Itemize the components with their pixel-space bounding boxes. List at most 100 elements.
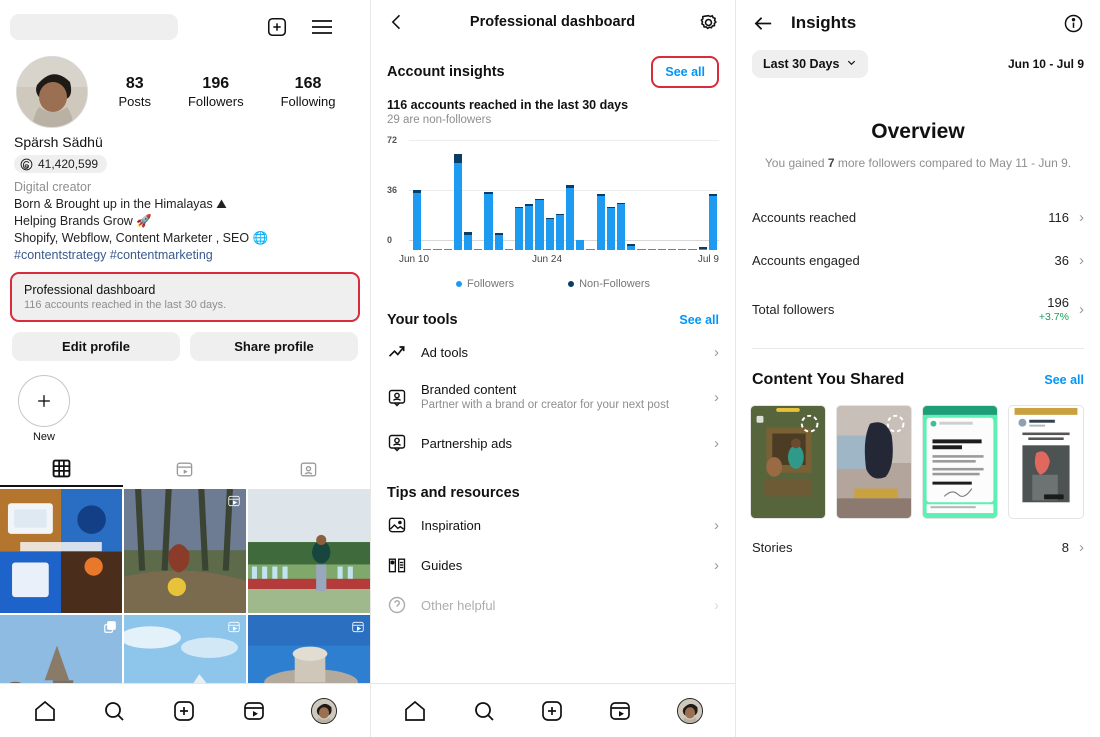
chevron-down-icon: [846, 57, 857, 71]
chart-bar: [433, 248, 442, 250]
grid-cell[interactable]: [0, 488, 122, 613]
account-insights-see-all-button[interactable]: See all: [651, 56, 719, 88]
guides-book-icon: [387, 555, 407, 575]
chart-bars: [413, 150, 718, 250]
tip-row-inspiration[interactable]: Inspiration ›: [371, 501, 735, 545]
profile-avatar[interactable]: [676, 697, 703, 724]
your-tools-see-all-button[interactable]: See all: [679, 313, 719, 327]
y-tick-72: 72: [387, 135, 398, 145]
new-highlight-button[interactable]: [18, 374, 70, 427]
reels-icon[interactable]: [608, 699, 632, 723]
reels-icon: [177, 462, 193, 477]
threads-badge[interactable]: 41,420,599: [14, 155, 108, 173]
content-thumbnails: [736, 389, 1100, 519]
profile-top-bar: [0, 0, 370, 44]
creator-category: Digital creator: [14, 179, 92, 194]
search-input[interactable]: [10, 14, 178, 40]
profile-tabs: [0, 453, 370, 487]
tool-row-ad-tools[interactable]: Ad tools ›: [371, 328, 735, 372]
search-icon[interactable]: [472, 699, 496, 723]
chart-bar: [586, 248, 595, 250]
bar-segment-followers: [555, 215, 565, 250]
chevron-right-icon: ›: [1079, 252, 1084, 269]
legend-dot-non-followers: [568, 281, 575, 287]
edit-profile-button[interactable]: Edit profile: [12, 331, 180, 361]
profile-avatar[interactable]: [311, 697, 338, 724]
create-icon[interactable]: [172, 699, 196, 723]
chart-bar: [637, 248, 646, 250]
chart-bar: [596, 194, 605, 250]
three-phone-screenshots: 83 Posts 196 Followers 168 Following Spä…: [0, 0, 1100, 737]
insights-row-accounts-reached[interactable]: Accounts reached 116 ›: [736, 196, 1100, 239]
tool-title: Partnership ads: [421, 435, 513, 451]
chart-bar: [647, 248, 656, 250]
chart-bar: [606, 206, 616, 250]
bar-segment-followers: [576, 240, 585, 250]
time-period-dropdown[interactable]: Last 30 Days: [752, 50, 869, 78]
chart-bar: [504, 248, 514, 250]
tip-row-guides[interactable]: Guides ›: [371, 545, 735, 585]
chevron-left-icon[interactable]: [387, 12, 407, 32]
insights-row-accounts-engaged[interactable]: Accounts engaged 36 ›: [736, 239, 1100, 282]
chevron-right-icon: ›: [1079, 300, 1084, 318]
bar-segment-followers: [657, 248, 667, 250]
tool-subtitle: Partner with a brand or creator for your…: [421, 399, 670, 411]
avatar[interactable]: [16, 56, 88, 128]
tip-title: Other helpful: [421, 597, 496, 613]
home-icon[interactable]: [33, 699, 57, 723]
chart-bar: [453, 154, 463, 250]
content-thumbnail[interactable]: [836, 405, 912, 519]
stat-followers[interactable]: 196 Followers: [188, 74, 244, 111]
tab-grid[interactable]: [0, 453, 124, 487]
tab-tagged[interactable]: [247, 453, 370, 487]
tool-row-branded-content[interactable]: Branded content Partner with a brand or …: [371, 372, 735, 423]
professional-dashboard-subtitle: 116 accounts reached in the last 30 days…: [24, 298, 227, 311]
tool-title: Branded content: [421, 382, 517, 397]
bar-segment-followers: [474, 248, 483, 250]
bio-hashtags[interactable]: #contentstrategy #contentmarketing: [14, 247, 356, 264]
reels-icon[interactable]: [242, 699, 266, 723]
content-shared-see-all-button[interactable]: See all: [1044, 373, 1084, 387]
insights-row-stories[interactable]: Stories 8 ›: [736, 519, 1100, 556]
partnership-ads-icon: [387, 433, 407, 453]
chart-bar: [555, 213, 565, 250]
non-followers-subline: 29 are non-followers: [387, 114, 492, 126]
grid-cell[interactable]: [248, 488, 370, 613]
trending-up-arrow-icon: [387, 342, 407, 362]
x-tick-label: Jun 24: [532, 254, 563, 265]
metric-delta: +3.7%: [1038, 311, 1069, 323]
chart-bar: [413, 190, 422, 250]
tips-resources-header: Tips and resources: [371, 463, 735, 501]
search-icon[interactable]: [102, 699, 126, 723]
grid-icon: [52, 459, 71, 478]
share-profile-button[interactable]: Share profile: [190, 331, 358, 361]
professional-dashboard-screen: Professional dashboard Account insights …: [370, 0, 735, 737]
stat-following[interactable]: 168 Following: [281, 74, 336, 111]
content-thumbnail[interactable]: [750, 405, 826, 519]
info-circle-icon[interactable]: [1063, 13, 1084, 34]
chart-bar: [617, 202, 626, 250]
gear-icon[interactable]: [698, 12, 719, 33]
insights-metric-list: Accounts reached 116 › Accounts engaged …: [736, 196, 1100, 336]
chart-legend: Followers Non-Followers: [371, 278, 735, 290]
tip-row-other-helpful-cutoff[interactable]: Other helpful ›: [371, 585, 735, 625]
your-tools-title: Your tools: [387, 312, 458, 328]
chart-bar: [525, 204, 534, 250]
insights-row-total-followers[interactable]: Total followers 196 +3.7% ›: [736, 282, 1100, 336]
content-thumbnail[interactable]: [1008, 405, 1084, 519]
content-thumbnail[interactable]: [922, 405, 998, 519]
stat-posts[interactable]: 83 Posts: [118, 74, 151, 111]
bar-segment-followers: [606, 208, 616, 250]
plus-square-icon[interactable]: [266, 16, 288, 38]
grid-cell[interactable]: [124, 488, 246, 613]
tool-row-partnership-ads[interactable]: Partnership ads ›: [371, 423, 735, 463]
bar-segment-followers: [484, 194, 493, 250]
hamburger-menu-icon[interactable]: [310, 17, 334, 37]
create-icon[interactable]: [540, 699, 564, 723]
bio-line-2: Helping Brands Grow 🚀: [14, 213, 152, 228]
tab-reels[interactable]: [123, 453, 246, 487]
home-icon[interactable]: [403, 699, 427, 723]
arrow-left-icon[interactable]: [752, 12, 775, 35]
professional-dashboard-card[interactable]: Professional dashboard 116 accounts reac…: [10, 271, 360, 322]
chart-bar: [464, 231, 473, 250]
